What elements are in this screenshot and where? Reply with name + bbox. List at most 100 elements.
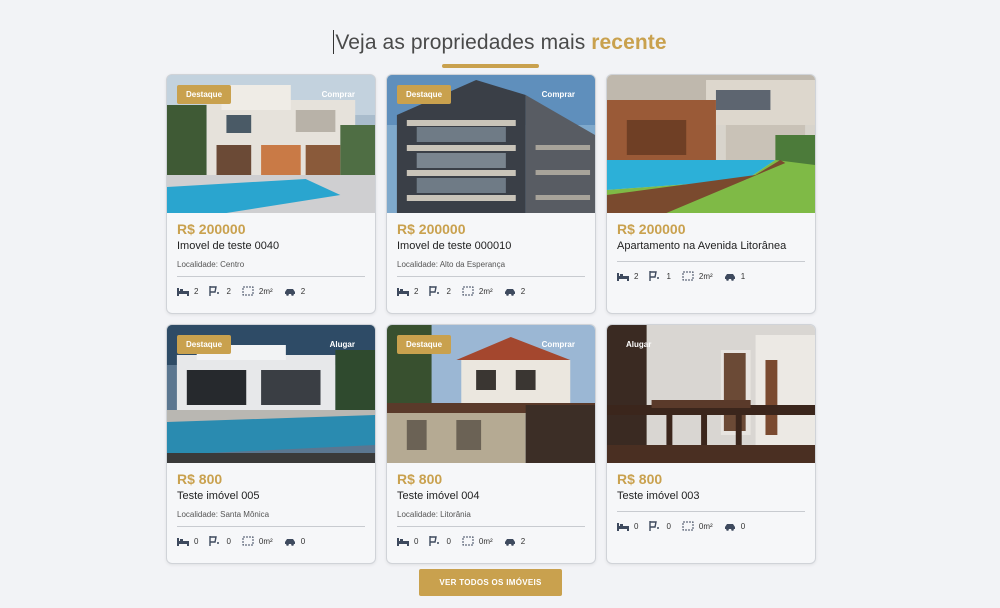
area-icon [462,536,474,546]
property-name[interactable]: Apartamento na Avenida Litorânea [617,240,805,252]
area-icon [242,536,254,546]
parking: 0 [724,521,745,531]
property-price: R$ 200000 [397,221,466,237]
area-icon [682,521,694,531]
property-name[interactable]: Teste imóvel 004 [397,490,585,502]
area: 2m² [682,271,713,281]
bedrooms: 2 [397,286,418,296]
featured-badge: Destaque [177,85,232,104]
property-price: R$ 200000 [177,221,246,237]
bed-icon [177,538,189,546]
property-photo[interactable]: Destaque Alugar [167,325,375,463]
bed-icon [397,538,409,546]
property-features: 0 0 0m² 2 [397,536,585,546]
area-icon [242,286,254,296]
bed-icon [177,288,189,296]
property-name[interactable]: Imovel de teste 0040 [177,240,365,252]
property-features: 2 1 2m² 1 [617,271,805,281]
area: 2m² [242,286,273,296]
featured-badge: Destaque [397,85,452,104]
area: 0m² [682,521,713,531]
bath-icon [209,536,220,546]
view-all-properties-button[interactable]: VER TODOS OS IMÓVEIS [419,569,562,596]
deal-type-label: Comprar [541,340,575,349]
featured-badge: Destaque [177,335,232,354]
property-features: 2 2 2m² 2 [397,286,585,296]
area-icon [682,271,694,281]
car-icon [504,539,515,546]
bathrooms: 2 [209,286,231,296]
property-name[interactable]: Teste imóvel 003 [617,490,805,502]
property-price: R$ 200000 [617,221,686,237]
parking: 2 [284,286,305,296]
bed-icon [617,273,629,281]
title-underline [442,64,539,68]
property-card[interactable]: R$ 200000 Apartamento na Avenida Litorân… [606,74,816,314]
section-title-accent: recente [591,31,667,54]
area: 0m² [462,536,493,546]
parking: 0 [284,536,305,546]
bathrooms: 2 [429,286,451,296]
deal-type-label: Alugar [329,340,355,349]
bed-icon [397,288,409,296]
property-price: R$ 800 [177,471,223,487]
bathrooms: 0 [209,536,231,546]
property-name[interactable]: Imovel de teste 000010 [397,240,585,252]
property-card[interactable]: Destaque Comprar R$ 200000 Imovel de tes… [386,74,596,314]
deal-type-label: Alugar [626,340,652,349]
property-name[interactable]: Teste imóvel 005 [177,490,365,502]
car-icon [724,274,735,281]
bedrooms: 0 [177,536,198,546]
deal-type-label: Comprar [541,90,575,99]
bathrooms: 0 [429,536,451,546]
property-features: 0 0 0m² 0 [177,536,365,546]
property-photo[interactable]: Alugar [607,325,815,463]
bed-icon [617,523,629,531]
property-features: 0 0 0m² 0 [617,521,805,531]
deal-type-label: Comprar [321,90,355,99]
car-icon [504,289,515,296]
property-location: Localidade: Litorânia [397,510,471,519]
bath-icon [429,536,440,546]
car-icon [284,539,295,546]
property-features: 2 2 2m² 2 [177,286,365,296]
property-photo[interactable]: Destaque Comprar [167,75,375,213]
area: 2m² [462,286,493,296]
card-divider [617,261,805,262]
property-photo[interactable]: Destaque Comprar [387,75,595,213]
parking: 2 [504,536,525,546]
bedrooms: 0 [617,521,638,531]
property-card[interactable]: Destaque Comprar R$ 200000 Imovel de tes… [166,74,376,314]
card-divider [177,276,365,277]
bathrooms: 1 [649,271,671,281]
card-divider [177,526,365,527]
parking: 1 [724,271,745,281]
area-icon [462,286,474,296]
card-divider [397,526,585,527]
property-card[interactable]: Destaque Alugar R$ 800 Teste imóvel 005 … [166,324,376,564]
car-icon [724,524,735,531]
property-photo[interactable] [607,75,815,213]
bath-icon [429,286,440,296]
bath-icon [649,271,660,281]
property-photo[interactable]: Destaque Comprar [387,325,595,463]
bath-icon [209,286,220,296]
bath-icon [649,521,660,531]
property-location: Localidade: Alto da Esperança [397,260,506,269]
card-divider [397,276,585,277]
area: 0m² [242,536,273,546]
card-divider [617,511,805,512]
featured-badge: Destaque [397,335,452,354]
bedrooms: 2 [177,286,198,296]
property-price: R$ 800 [397,471,443,487]
car-icon [284,289,295,296]
bathrooms: 0 [649,521,671,531]
property-location: Localidade: Centro [177,260,245,269]
section-title-prefix: Veja as propriedades mais [335,31,592,54]
section-title: Veja as propriedades mais recente [0,30,1000,55]
bedrooms: 2 [617,271,638,281]
property-card[interactable]: Destaque Comprar R$ 800 Teste imóvel 004… [386,324,596,564]
property-location: Localidade: Santa Mônica [177,510,270,519]
property-card[interactable]: Alugar R$ 800 Teste imóvel 003 0 0 0m² 0 [606,324,816,564]
parking: 2 [504,286,525,296]
